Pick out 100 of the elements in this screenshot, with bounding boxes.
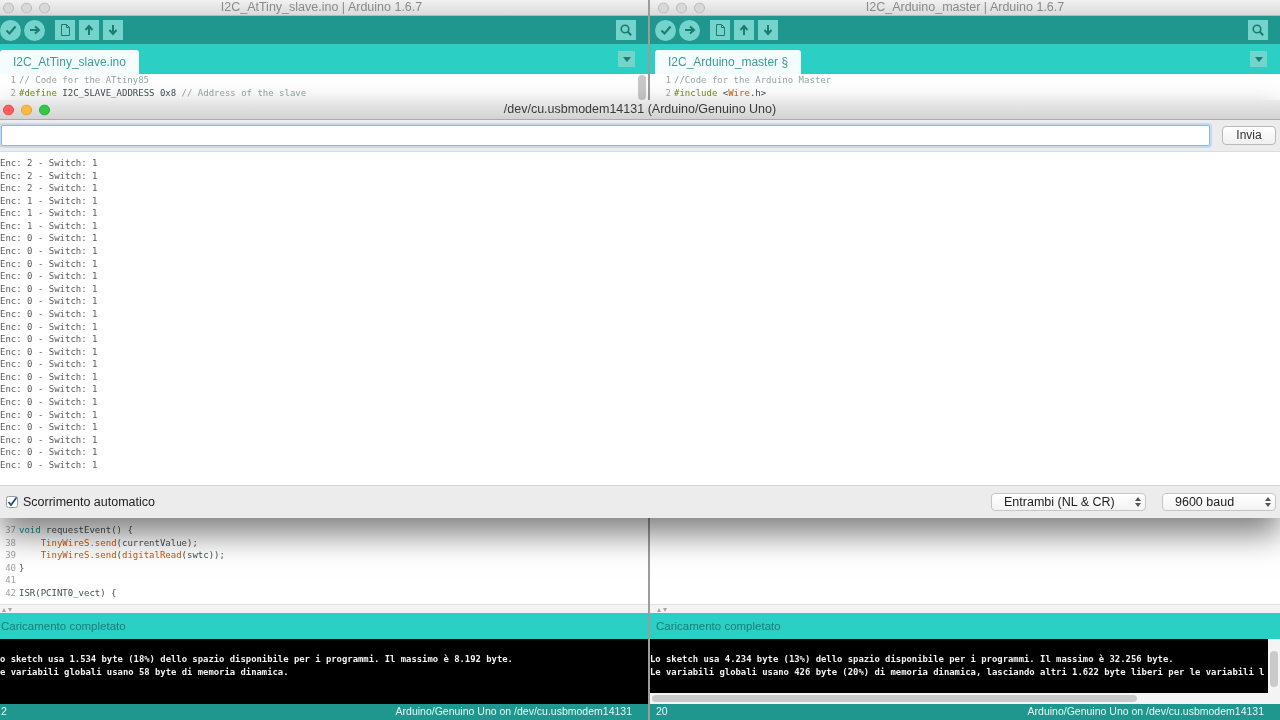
code-line: #define I2C_SLAVE_ADDRESS 0x8 // Address of the slave bbox=[19, 86, 307, 99]
line-number: 1 bbox=[664, 74, 671, 87]
close-button[interactable] bbox=[3, 2, 14, 13]
caret-icon bbox=[1254, 56, 1263, 62]
code-line: // Code for the ATtiny85 bbox=[19, 74, 150, 87]
send-input-field[interactable] bbox=[1, 125, 1210, 146]
upload-button[interactable] bbox=[24, 19, 45, 41]
serial-output-line: Enc: 2 - Switch: 1 bbox=[0, 169, 99, 183]
code-line: TinyWireS.send(currentValue); bbox=[40, 536, 198, 550]
serial-output-line: Enc: 0 - Switch: 1 bbox=[0, 257, 99, 271]
scrollbar-thumb[interactable] bbox=[638, 75, 646, 100]
scrollbar-thumb[interactable] bbox=[1270, 651, 1278, 688]
serial-output-line: Enc: 0 - Switch: 1 bbox=[0, 270, 99, 283]
line-number: 41 bbox=[4, 574, 16, 587]
verify-button[interactable] bbox=[655, 19, 676, 41]
new-button[interactable] bbox=[55, 20, 75, 40]
scrollbar-track[interactable] bbox=[650, 693, 1268, 705]
console-line: Le variabili globali usano 426 byte (20%) di memoria dinamica, lasciando altri 1.622 byte liberi per le variabili l bbox=[650, 665, 1266, 679]
page-icon bbox=[59, 24, 71, 36]
code-line: ISR(PCINT0_vect) { bbox=[19, 586, 117, 600]
tab-menu-button[interactable] bbox=[618, 51, 635, 67]
page-icon bbox=[714, 24, 726, 36]
minimize-button[interactable] bbox=[21, 104, 32, 115]
serial-output-line: Enc: 0 - Switch: 1 bbox=[0, 433, 99, 447]
serial-output-line: Enc: 0 - Switch: 1 bbox=[0, 282, 99, 296]
zoom-button[interactable] bbox=[39, 104, 50, 115]
zoom-button[interactable] bbox=[694, 2, 705, 13]
close-button[interactable] bbox=[658, 2, 669, 13]
serial-output-line: Enc: 0 - Switch: 1 bbox=[0, 245, 99, 258]
arrow-right-icon bbox=[683, 24, 696, 36]
line-number: 42 bbox=[4, 586, 16, 600]
board-port-status: Arduino/Genuino Uno on /dev/cu.usbmodem14131 bbox=[1027, 704, 1264, 720]
serial-monitor-button[interactable] bbox=[1248, 20, 1268, 40]
open-button[interactable] bbox=[79, 20, 99, 40]
window-title: I2C_AtTiny_slave.ino | Arduino 1.6.7 bbox=[220, 0, 423, 15]
minimize-button[interactable] bbox=[676, 2, 687, 13]
caret-icon bbox=[622, 56, 631, 62]
updown-icon bbox=[1135, 497, 1141, 507]
status-message: Caricamento completato bbox=[650, 613, 1280, 640]
save-button[interactable] bbox=[103, 20, 123, 40]
serial-output-line: Enc: 0 - Switch: 1 bbox=[0, 396, 99, 409]
scrollbar-track[interactable] bbox=[1268, 639, 1280, 705]
window-title: /dev/cu.usbmodem14131 (Arduino/Genuino Uno) bbox=[503, 102, 777, 117]
line-ending-select[interactable]: Entrambi (NL & CR) bbox=[991, 493, 1146, 511]
serial-output-line: Enc: 0 - Switch: 1 bbox=[0, 345, 99, 359]
close-button[interactable] bbox=[3, 104, 14, 115]
serial-output-line: Enc: 0 - Switch: 1 bbox=[0, 320, 99, 334]
check-icon bbox=[4, 24, 17, 36]
status-message: Caricamento completato bbox=[0, 613, 648, 640]
line-number: 1 bbox=[9, 74, 16, 87]
line-number-status: 20 bbox=[656, 704, 668, 720]
serial-monitor-button[interactable] bbox=[616, 20, 636, 40]
serial-output-line: Enc: 1 - Switch: 1 bbox=[0, 207, 99, 220]
minimize-button[interactable] bbox=[21, 2, 32, 13]
line-number: 37 bbox=[4, 524, 16, 537]
code-line: TinyWireS.send(digitalRead(swtc)); bbox=[40, 549, 225, 562]
zoom-button[interactable] bbox=[39, 2, 50, 13]
line-number: 39 bbox=[4, 549, 16, 562]
tab-menu-button[interactable] bbox=[1250, 51, 1267, 67]
arrow-up-icon bbox=[738, 24, 750, 36]
arrow-down-icon bbox=[762, 24, 774, 36]
code-line: #include <Wire.h> bbox=[674, 86, 767, 99]
code-line: } bbox=[19, 561, 25, 575]
autoscroll-label: Scorrimento automatico bbox=[23, 493, 155, 511]
autoscroll-checkbox[interactable] bbox=[6, 496, 18, 508]
line-number: 2 bbox=[9, 86, 16, 99]
console-line: e variabili globali usano 58 byte di memoria dinamica. bbox=[0, 665, 290, 679]
upload-button[interactable] bbox=[679, 19, 700, 41]
serial-output-line: Enc: 0 - Switch: 1 bbox=[0, 370, 99, 384]
updown-icon bbox=[1265, 497, 1271, 507]
window-title: I2C_Arduino_master | Arduino 1.6.7 bbox=[865, 0, 1065, 15]
scroll-arrows-icon[interactable] bbox=[657, 606, 667, 612]
baud-rate-select[interactable]: 9600 baud bbox=[1162, 493, 1276, 511]
save-button[interactable] bbox=[758, 20, 778, 40]
line-number: 2 bbox=[664, 86, 671, 99]
console-line: o sketch usa 1.534 byte (18%) dello spazio disponibile per i programmi. Il massimo è 8.192 byte. bbox=[0, 653, 514, 666]
arrow-down-icon bbox=[107, 24, 119, 36]
console-line: Lo sketch usa 4.234 byte (13%) dello spazio disponibile per i programmi. Il massimo è 32.256 byte. bbox=[650, 653, 1175, 666]
serial-output-line: Enc: 2 - Switch: 1 bbox=[0, 182, 99, 195]
serial-output-line: Enc: 1 - Switch: 1 bbox=[0, 219, 99, 233]
search-icon bbox=[1252, 24, 1264, 36]
serial-output-line: Enc: 1 - Switch: 1 bbox=[0, 194, 99, 208]
serial-output-line: Enc: 2 - Switch: 1 bbox=[0, 157, 99, 170]
arrow-right-icon bbox=[28, 24, 41, 36]
new-button[interactable] bbox=[710, 20, 730, 40]
serial-output-line: Enc: 0 - Switch: 1 bbox=[0, 408, 99, 422]
send-button[interactable]: Invia bbox=[1222, 126, 1276, 145]
scroll-arrows-icon[interactable] bbox=[2, 606, 12, 612]
code-line: void requestEvent() { bbox=[19, 524, 133, 537]
open-button[interactable] bbox=[734, 20, 754, 40]
serial-output-line: Enc: 0 - Switch: 1 bbox=[0, 358, 99, 371]
serial-output-line: Enc: 0 - Switch: 1 bbox=[0, 295, 99, 308]
line-number: 40 bbox=[4, 561, 16, 575]
serial-output-line: Enc: 0 - Switch: 1 bbox=[0, 458, 99, 472]
check-icon bbox=[659, 24, 672, 36]
line-number-status: 2 bbox=[1, 704, 7, 720]
serial-output-line: Enc: 0 - Switch: 1 bbox=[0, 232, 99, 246]
serial-output-line: Enc: 0 - Switch: 1 bbox=[0, 307, 99, 321]
scrollbar-thumb[interactable] bbox=[652, 695, 1137, 703]
verify-button[interactable] bbox=[0, 19, 21, 41]
